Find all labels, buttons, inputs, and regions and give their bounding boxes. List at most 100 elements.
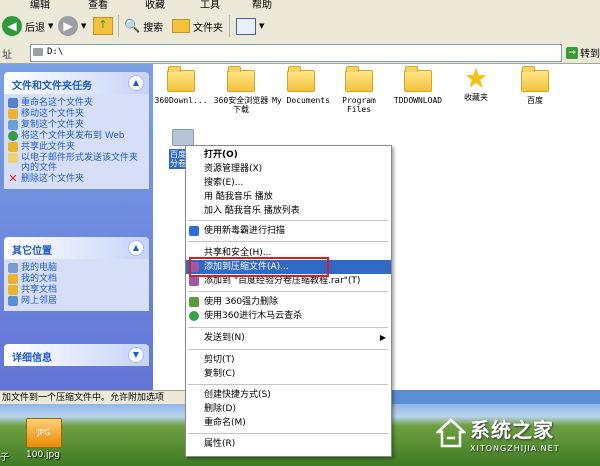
task-copy[interactable]: 复制这个文件夹 — [8, 120, 146, 130]
menu-separator — [188, 433, 388, 434]
task-email[interactable]: 以电子邮件形式发送该文件夹内的文件 — [8, 153, 146, 173]
task-share[interactable]: 共享此文件夹 — [8, 142, 146, 152]
menu-separator — [188, 241, 388, 242]
submenu-arrow-icon: ▶ — [379, 333, 386, 342]
menu-create-shortcut[interactable]: 创建快捷方式(S) — [186, 388, 391, 402]
computer-icon — [8, 263, 18, 273]
folder-icon — [167, 66, 195, 92]
forward-button[interactable]: ▶ ▼ — [58, 15, 86, 37]
file-tasks-title: 文件和文件夹任务 — [12, 81, 92, 92]
up-folder-button[interactable]: ↑ — [93, 15, 113, 37]
toolbar-separator — [118, 15, 119, 37]
folder-icon — [172, 129, 194, 146]
desktop-icon-label: 100.jpg — [26, 450, 60, 460]
documents-icon — [8, 274, 18, 284]
file-item[interactable]: My Documents — [271, 66, 331, 105]
back-label: 后退 — [25, 22, 45, 34]
address-value: D:\ — [47, 47, 64, 57]
menu-separator — [188, 291, 388, 292]
menu-search[interactable]: 搜索(E)... — [186, 176, 391, 190]
other-places-title: 其它位置 — [12, 246, 52, 257]
move-icon — [8, 109, 18, 119]
menu-rename[interactable]: 重命名(M) — [186, 416, 391, 430]
star-icon: ★ — [464, 64, 488, 94]
menu-separator — [188, 327, 388, 328]
dropdown-arrow-icon: ▼ — [81, 22, 87, 30]
place-network[interactable]: 网上邻居 — [8, 296, 146, 306]
file-tasks-panel: 文件和文件夹任务 ▲ 重命名这个文件夹 移动这个文件夹 复制这个文件夹 将这个文… — [4, 72, 149, 189]
place-shared-documents[interactable]: 共享文档 — [8, 285, 146, 295]
task-publish-web[interactable]: 将这个文件夹发布到 Web — [8, 131, 146, 141]
menu-edit[interactable]: 编辑 — [30, 0, 50, 9]
image-file-icon[interactable]: JPG — [26, 418, 62, 448]
search-label: 搜索 — [143, 22, 164, 34]
folder-icon — [227, 66, 255, 92]
menu-open[interactable]: 打开(O) — [186, 148, 391, 162]
menu-kuwo-playlist[interactable]: 加入 酷我音乐 播放列表 — [186, 204, 391, 218]
highlight-annotation-box — [189, 257, 329, 277]
other-places-list: 我的电脑 我的文档 共享文档 网上邻居 — [4, 259, 149, 311]
task-delete[interactable]: ✕ 删除这个文件夹 — [8, 172, 146, 185]
menu-view[interactable]: 查看 — [88, 0, 108, 9]
collapse-chevron-icon[interactable]: ▲ — [128, 75, 144, 91]
other-places-header[interactable]: 其它位置 ▲ — [4, 237, 149, 259]
menu-properties[interactable]: 属性(R) — [186, 437, 391, 451]
go-arrow-icon: → — [566, 46, 578, 59]
task-rename[interactable]: 重命名这个文件夹 — [8, 98, 146, 108]
menu-separator — [188, 349, 388, 350]
menu-delete[interactable]: 删除(D) — [186, 402, 391, 416]
file-item[interactable]: TDDOWNLOAD — [388, 66, 448, 105]
globe-icon — [8, 131, 18, 141]
back-arrow-icon: ◀ — [2, 16, 22, 36]
search-icon: 🔍 — [124, 18, 141, 34]
details-header[interactable]: 详细信息 ▼ — [4, 344, 149, 366]
menu-send-to[interactable]: 发送到(N) ▶ — [186, 331, 391, 345]
file-item[interactable]: ★ 收藏夹 — [446, 66, 506, 102]
network-icon — [8, 296, 18, 306]
delete-x-icon: ✕ — [8, 172, 18, 185]
context-menu: 打开(O) 资源管理器(X) 搜索(E)... 用 酷我音乐 播放 加入 酷我音… — [185, 145, 392, 457]
task-move[interactable]: 移动这个文件夹 — [8, 109, 146, 119]
file-item[interactable]: 360安全浏览器下载 — [211, 66, 271, 114]
toolbar: ◀ 后退 ▼ ▶ ▼ ↑ 🔍 搜索 文件夹 ▼ — [0, 9, 600, 44]
menu-tools[interactable]: 工具 — [200, 0, 220, 9]
place-my-computer[interactable]: 我的电脑 — [8, 263, 146, 273]
folder-icon — [521, 66, 549, 92]
menu-kuwo-play[interactable]: 用 酷我音乐 播放 — [186, 190, 391, 204]
file-item[interactable]: 百度 — [505, 66, 565, 105]
drive-icon — [33, 48, 43, 56]
menu-separator — [188, 384, 388, 385]
address-input[interactable]: D:\ — [30, 44, 562, 62]
watermark-url: XITONGZHIJIA.NET — [470, 444, 560, 453]
file-tasks-header[interactable]: 文件和文件夹任务 ▲ — [4, 72, 149, 94]
duba-shield-icon — [189, 226, 199, 236]
dropdown-arrow-icon: ▼ — [48, 22, 54, 30]
task-pane: 文件和文件夹任务 ▲ 重命名这个文件夹 移动这个文件夹 复制这个文件夹 将这个文… — [0, 64, 153, 390]
expand-chevron-icon[interactable]: ▼ — [128, 347, 144, 363]
up-folder-icon: ↑ — [93, 17, 113, 35]
file-item[interactable]: 360Downl... — [151, 66, 211, 105]
forward-arrow-icon: ▶ — [58, 16, 78, 36]
menu-explorer[interactable]: 资源管理器(X) — [186, 162, 391, 176]
search-button[interactable]: 🔍 搜索 — [124, 15, 163, 37]
views-button[interactable]: ▼ — [236, 15, 264, 37]
folders-button[interactable]: 文件夹 — [172, 15, 223, 37]
email-icon — [8, 153, 18, 163]
other-places-panel: 其它位置 ▲ 我的电脑 我的文档 共享文档 网上邻居 — [4, 237, 149, 311]
file-tasks-list: 重命名这个文件夹 移动这个文件夹 复制这个文件夹 将这个文件夹发布到 Web 共… — [4, 94, 149, 189]
place-my-documents[interactable]: 我的文档 — [8, 274, 146, 284]
menu-favorites[interactable]: 收藏 — [145, 0, 165, 9]
menu-duba-scan[interactable]: 使用新毒霸进行扫描 — [186, 224, 391, 238]
menu-copy[interactable]: 复制(C) — [186, 367, 391, 381]
folders-icon — [172, 19, 190, 33]
menu-help[interactable]: 帮助 — [252, 0, 272, 9]
menu-360-delete[interactable]: 使用 360强力删除 — [186, 295, 391, 309]
address-bar: 址 D:\ → 转到 — [0, 43, 600, 64]
collapse-chevron-icon[interactable]: ▲ — [128, 240, 144, 256]
file-item[interactable]: Program Files — [329, 66, 389, 114]
menu-cut[interactable]: 剪切(T) — [186, 353, 391, 367]
back-button[interactable]: ◀ 后退 ▼ — [2, 15, 53, 37]
menu-360-trojan-scan[interactable]: 使用360进行木马云查杀 — [186, 309, 391, 323]
folders-label: 文件夹 — [193, 22, 223, 34]
go-button[interactable]: → 转到 — [566, 45, 600, 60]
